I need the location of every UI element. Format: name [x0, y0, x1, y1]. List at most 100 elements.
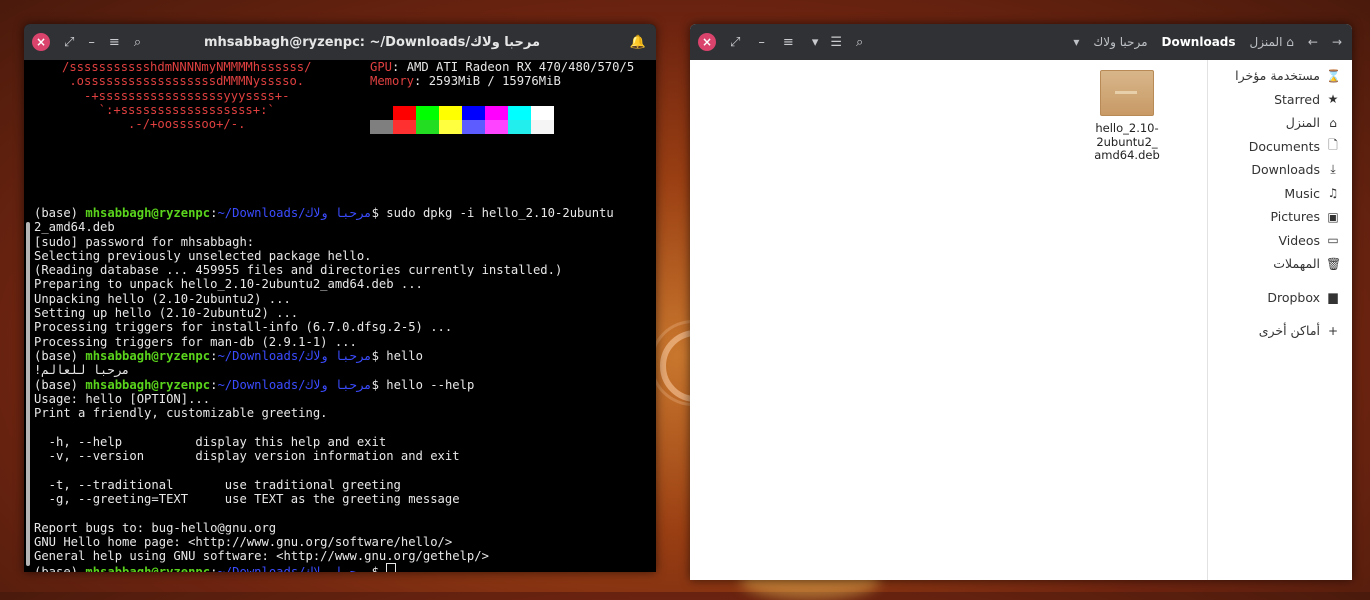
palette-swatch — [370, 106, 393, 120]
sidebar-item-label: Documents — [1248, 138, 1320, 154]
output-line: Processing triggers for man-db (2.9.1-1)… — [34, 334, 357, 349]
output-line: -v, --version display version informatio… — [34, 449, 460, 464]
prompt-user: mhsabbagh@ryzenpc — [85, 348, 211, 363]
neofetch-art-line: -+sssssssssssssssssyyyssss+- — [62, 88, 290, 103]
breadcrumb: ▾ مرحبا ولاك Downloads المنزل ⌂ ← → — [1073, 24, 1342, 60]
command-line-wrap: 2_amd64.deb — [34, 220, 115, 235]
home-icon: ⌂ — [1286, 35, 1294, 49]
output-line: Print a friendly, customizable greeting. — [34, 406, 328, 421]
search-icon[interactable]: ⌕ — [856, 35, 863, 50]
prompt-dollar: $ — [371, 377, 379, 392]
palette-swatch — [393, 106, 416, 120]
path-dropdown-icon[interactable]: ▾ — [1073, 35, 1079, 49]
output-line: Processing triggers for install-info (6.… — [34, 320, 453, 335]
output-line: (Reading database ... 459955 files and d… — [34, 263, 563, 278]
neofetch-info: GPU: AMD ATI Radeon RX 470/480/570/5 Mem… — [370, 60, 634, 89]
prompt-env: (base) — [34, 565, 85, 572]
sidebar-item-downloads[interactable]: Downloads ⤓ — [1208, 158, 1352, 182]
maximize-icon[interactable]: ⤢ — [730, 35, 740, 50]
places-sidebar: مستخدمة مؤخرا ⌛ Starred ★ المنزل ⌂ Document… — [1207, 60, 1352, 580]
close-icon[interactable]: × — [698, 33, 716, 51]
sidebar-item-label: المنزل — [1285, 115, 1320, 131]
terminal-scrollbar[interactable] — [26, 222, 30, 566]
output-line: Report bugs to: bug-hello@gnu.org — [34, 520, 277, 535]
output-line: !مرحبا للعالم — [34, 363, 130, 378]
color-palette — [370, 106, 554, 134]
output-line: Usage: hello [OPTION]... — [34, 391, 211, 406]
sidebar-item-music[interactable]: Music ♫ — [1208, 182, 1352, 206]
breadcrumb-home-label: المنزل — [1249, 35, 1283, 49]
prompt-dollar: $ — [371, 206, 379, 220]
close-icon[interactable]: × — [32, 33, 50, 51]
minimize-icon[interactable]: – — [88, 35, 95, 50]
prompt-user: mhsabbagh@ryzenpc — [85, 206, 211, 220]
sidebar-item-dropbox[interactable]: Dropbox ▆ — [1208, 286, 1352, 310]
palette-swatch — [393, 120, 416, 134]
sidebar-item-home[interactable]: المنزل ⌂ — [1208, 111, 1352, 135]
sidebar-item-label: Videos — [1278, 232, 1320, 248]
palette-swatch — [485, 120, 508, 134]
palette-swatch — [508, 120, 531, 134]
prompt-path: ~/Downloads/مرحبا ولاك — [217, 206, 372, 220]
prompt-env: (base) — [34, 377, 86, 392]
prompt-env: (base) — [34, 348, 86, 363]
output-line: -t, --traditional use traditional greeti… — [34, 477, 401, 492]
sidebar-item-label: Music — [1284, 185, 1320, 201]
command-line: hello --help — [378, 377, 475, 392]
output-line: GNU Hello home page: <http://www.gnu.org… — [34, 534, 453, 549]
palette-swatch — [485, 106, 508, 120]
palette-swatch — [416, 106, 439, 120]
sidebar-item-label: أماكن أخرى — [1258, 323, 1320, 339]
output-line: -h, --help display this help and exit — [34, 434, 387, 449]
minimize-icon[interactable]: – — [758, 35, 765, 50]
recent-icon: ⌛ — [1326, 68, 1341, 83]
sidebar-item-other-locations[interactable]: أماكن أخرى + — [1208, 319, 1352, 343]
sidebar-item-label: Pictures — [1270, 209, 1321, 225]
command-line: hello — [378, 348, 423, 363]
terminal-header-bar: × ⤢ – ≡ ⌕ mhsabbagh@ryzenpc: ~/Downloads… — [24, 24, 656, 60]
palette-swatch — [531, 106, 554, 120]
terminal-title: mhsabbagh@ryzenpc: ~/Downloads/مرحبا ولا… — [204, 34, 540, 50]
sort-dropdown-icon[interactable]: ▾ — [812, 35, 819, 50]
terminal-window[interactable]: × ⤢ – ≡ ⌕ mhsabbagh@ryzenpc: ~/Downloads… — [24, 24, 656, 572]
breadcrumb-current-folder[interactable]: مرحبا ولاك — [1093, 35, 1147, 49]
breadcrumb-downloads[interactable]: Downloads — [1162, 35, 1236, 49]
output-line: General help using GNU software: <http:/… — [34, 549, 489, 564]
output-line: Setting up hello (2.10-2ubuntu2) ... — [34, 306, 299, 321]
prompt-path: ~/Downloads/مرحبا ولاك — [217, 565, 371, 572]
palette-swatch — [416, 120, 439, 134]
forward-icon[interactable]: → — [1332, 35, 1342, 49]
back-icon[interactable]: ← — [1308, 35, 1318, 49]
prompt-path: ~/Downloads/مرحبا ولاك — [217, 348, 372, 363]
memory-label: Memory — [370, 74, 415, 89]
file-manager-window[interactable]: × ⤢ – ≡ ▾ ☰ ⌕ ▾ مرحبا ولاك Downloads الم… — [690, 24, 1352, 580]
gpu-label: GPU — [370, 60, 393, 74]
neofetch-art-line: /ssssssssssshdmNNNNmyNMMMMhssssss/ — [62, 60, 312, 74]
palette-swatch — [462, 120, 485, 134]
file-item[interactable]: hello_2.10- 2ubuntu2_ amd64.deb — [1082, 70, 1172, 163]
output-line: Selecting previously unselected package … — [34, 248, 372, 263]
sidebar-item-videos[interactable]: Videos ▭ — [1208, 229, 1352, 253]
prompt-user: mhsabbagh@ryzenpc — [85, 377, 211, 392]
palette-swatch — [462, 106, 485, 120]
maximize-icon[interactable]: ⤢ — [64, 35, 74, 50]
search-icon[interactable]: ⌕ — [134, 35, 141, 50]
sidebar-item-trash[interactable]: المهملات 🗑 — [1208, 252, 1352, 276]
breadcrumb-home[interactable]: المنزل ⌂ — [1250, 35, 1294, 49]
sidebar-item-label: Starred — [1274, 91, 1320, 107]
neofetch-art-line: `:+ssssssssssssssssss+:` — [62, 102, 275, 117]
command-line: sudo dpkg -i hello_2.10-2ubuntu — [378, 206, 614, 220]
prompt-path: ~/Downloads/مرحبا ولاك — [217, 377, 372, 392]
sidebar-item-pictures[interactable]: Pictures ▣ — [1208, 205, 1352, 229]
sidebar-item-label: Downloads — [1251, 162, 1320, 178]
terminal-output[interactable]: (base) mhsabbagh@ryzenpc:~/Downloads/مرح… — [24, 206, 656, 572]
prompt-user: mhsabbagh@ryzenpc — [85, 565, 210, 572]
menu-icon[interactable]: ≡ — [783, 35, 794, 50]
bell-icon[interactable]: 🔔 — [630, 35, 646, 50]
gpu-value: : AMD ATI Radeon RX 470/480/570/5 — [392, 60, 635, 74]
sidebar-item-starred[interactable]: Starred ★ — [1208, 88, 1352, 112]
menu-icon[interactable]: ≡ — [109, 35, 120, 50]
sidebar-item-documents[interactable]: Documents 🗋 — [1208, 135, 1352, 159]
view-list-icon[interactable]: ☰ — [830, 35, 842, 50]
sidebar-item-recent[interactable]: مستخدمة مؤخرا ⌛ — [1208, 64, 1352, 88]
